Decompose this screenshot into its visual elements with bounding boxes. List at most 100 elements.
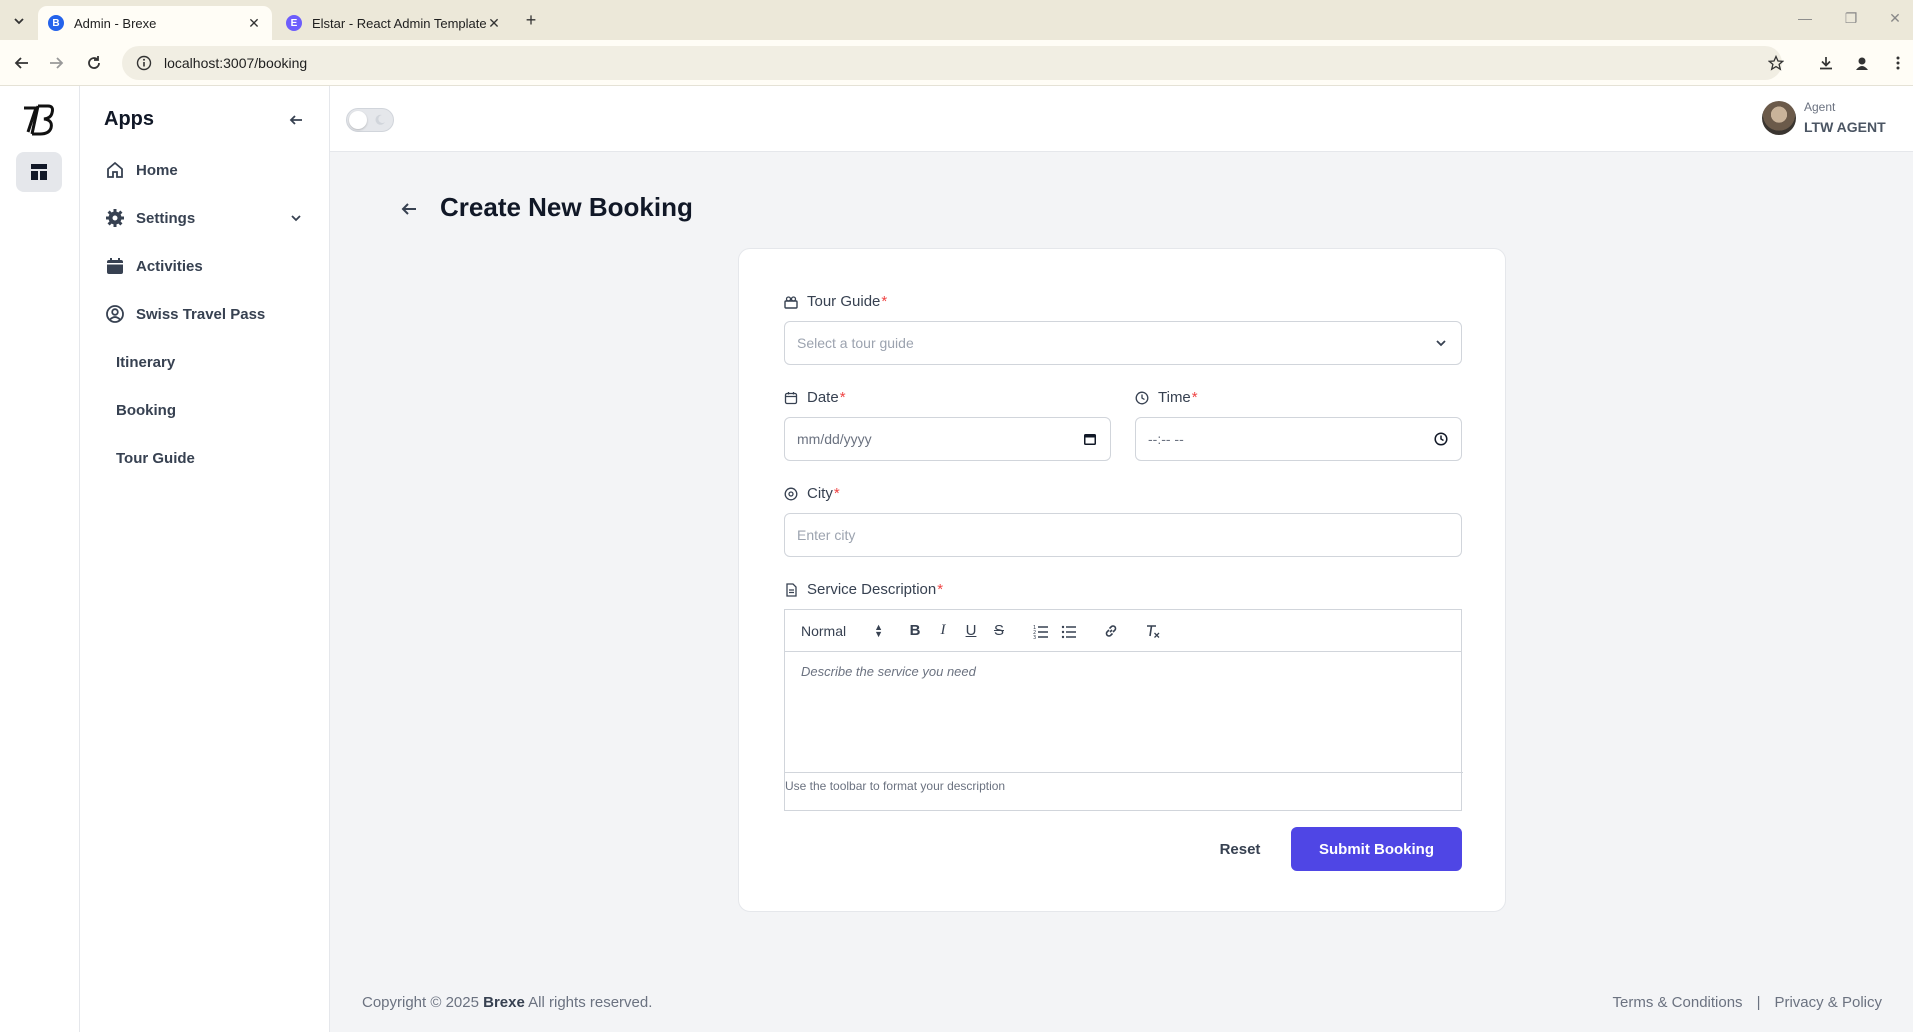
- sidebar-item-home[interactable]: Home: [104, 152, 304, 188]
- sidebar-item-booking[interactable]: Booking: [116, 392, 316, 428]
- editor-toolbar: Normal ▲ ▼ B I U S 123: [785, 610, 1461, 652]
- link-icon[interactable]: [1097, 617, 1125, 645]
- up-down-arrows-icon: ▲ ▼: [874, 621, 883, 639]
- terms-link[interactable]: Terms & Conditions: [1613, 994, 1743, 1011]
- underline-icon[interactable]: U: [957, 617, 985, 645]
- city-label: City *: [784, 485, 840, 502]
- sidebar-item-settings[interactable]: Settings: [104, 200, 304, 236]
- clear-format-icon[interactable]: [1139, 617, 1167, 645]
- reset-button[interactable]: Reset: [1195, 827, 1285, 871]
- download-icon[interactable]: [1814, 51, 1838, 75]
- description-placeholder: Describe the service you need: [801, 664, 976, 679]
- calendar-icon: [784, 391, 798, 405]
- footer-links: Terms & Conditions | Privacy & Policy: [1613, 994, 1883, 1011]
- minimize-icon[interactable]: —: [1793, 10, 1817, 26]
- sidebar-title: Apps: [104, 108, 154, 130]
- dark-mode-toggle[interactable]: [346, 108, 394, 132]
- apps-dashboard-icon[interactable]: [16, 152, 62, 192]
- user-role: Agent: [1804, 100, 1836, 114]
- calendar-picker-icon[interactable]: [1082, 431, 1098, 447]
- sidebar-item-label: Home: [136, 161, 178, 179]
- user-name[interactable]: LTW AGENT: [1804, 119, 1886, 135]
- forward-arrow-icon[interactable]: [44, 51, 68, 75]
- ordered-list-icon[interactable]: 123: [1027, 617, 1055, 645]
- url-field[interactable]: localhost:3007/booking: [122, 46, 1782, 80]
- description-editor-area[interactable]: Describe the service you need: [785, 652, 1461, 770]
- sidebar-item-label: Settings: [136, 209, 196, 227]
- browser-address-bar: localhost:3007/booking: [0, 40, 1913, 86]
- sidebar-item-label: Itinerary: [116, 353, 176, 371]
- chevron-down-icon: [288, 210, 304, 226]
- chevron-down-icon: [1433, 335, 1449, 351]
- time-placeholder: --:-- --: [1148, 431, 1184, 447]
- sidebar-item-tour-guide[interactable]: Tour Guide: [116, 440, 316, 476]
- required-asterisk: *: [833, 485, 840, 502]
- submit-booking-button[interactable]: Submit Booking: [1291, 827, 1462, 871]
- profile-icon[interactable]: [1850, 51, 1874, 75]
- bullet-list-icon[interactable]: [1055, 617, 1083, 645]
- italic-icon[interactable]: I: [929, 617, 957, 645]
- sidebar-item-swiss-travel-pass[interactable]: Swiss Travel Pass: [104, 296, 304, 332]
- editor-help-text: Use the toolbar to format your descripti…: [785, 772, 1463, 812]
- reload-icon[interactable]: [82, 51, 106, 75]
- required-asterisk: *: [839, 389, 846, 406]
- close-tab-icon[interactable]: ✕: [246, 15, 262, 32]
- new-tab-plus-icon[interactable]: +: [520, 9, 542, 31]
- calendar-icon: [104, 255, 126, 277]
- sidebar-item-label: Activities: [136, 257, 203, 275]
- rich-text-editor: Normal ▲ ▼ B I U S 123 Describe the serv…: [784, 609, 1463, 812]
- browser-tab-bar: B Admin - Brexe ✕ E Elstar - React Admin…: [0, 0, 1913, 40]
- tab-list-chevron-icon[interactable]: [8, 10, 30, 32]
- elstar-favicon-icon: E: [286, 15, 302, 31]
- tour-guide-icon: [784, 295, 798, 309]
- url-text: localhost:3007/booking: [164, 55, 308, 71]
- browser-tab-admin[interactable]: B Admin - Brexe ✕: [38, 6, 272, 40]
- required-asterisk: *: [1191, 389, 1198, 406]
- bookmark-star-icon[interactable]: [1764, 51, 1788, 75]
- page-title: Create New Booking: [440, 192, 693, 222]
- close-tab-icon[interactable]: ✕: [486, 15, 502, 32]
- clock-picker-icon[interactable]: [1433, 431, 1449, 447]
- strikethrough-icon[interactable]: S: [985, 617, 1013, 645]
- location-pin-icon: [784, 487, 798, 501]
- site-info-icon[interactable]: [136, 55, 152, 71]
- date-label: Date *: [784, 389, 846, 406]
- sidebar: Apps Home Settings Activities Swiss Trav…: [80, 86, 330, 1032]
- field-label-text: City: [807, 485, 833, 502]
- back-arrow-icon[interactable]: [396, 196, 422, 222]
- copyright-prefix: Copyright © 2025: [362, 994, 479, 1011]
- footer-separator: |: [1756, 994, 1761, 1011]
- svg-text:3: 3: [1033, 635, 1036, 639]
- brexe-logo-icon[interactable]: [20, 100, 60, 140]
- moon-icon: [375, 114, 385, 125]
- city-placeholder: Enter city: [797, 527, 856, 543]
- top-header: Agent LTW AGENT: [330, 86, 1913, 152]
- restore-icon[interactable]: ❐: [1839, 10, 1863, 27]
- footer-copyright: Copyright © 2025 Brexe All rights reserv…: [362, 994, 652, 1011]
- tab-title: Admin - Brexe: [74, 15, 157, 31]
- close-window-icon[interactable]: ✕: [1883, 10, 1907, 27]
- sidebar-item-itinerary[interactable]: Itinerary: [116, 344, 316, 380]
- sidebar-item-label: Swiss Travel Pass: [136, 305, 266, 323]
- kebab-menu-icon[interactable]: [1886, 51, 1910, 75]
- booking-form-card: Tour Guide * Select a tour guide Date * mm…: [738, 248, 1506, 912]
- field-label-text: Date: [807, 389, 839, 406]
- tour-guide-select[interactable]: Select a tour guide: [784, 321, 1462, 365]
- copyright-suffix: All rights reserved.: [528, 994, 653, 1011]
- avatar[interactable]: [1762, 101, 1796, 135]
- browser-tab-elstar[interactable]: E Elstar - React Admin Template ✕: [276, 6, 512, 40]
- field-label-text: Time: [1158, 389, 1191, 406]
- privacy-link[interactable]: Privacy & Policy: [1774, 994, 1882, 1011]
- format-select[interactable]: Normal ▲ ▼: [801, 621, 887, 639]
- collapse-arrow-icon[interactable]: [286, 110, 306, 130]
- tab-title: Elstar - React Admin Template: [312, 15, 486, 31]
- date-input[interactable]: mm/dd/yyyy: [784, 417, 1111, 461]
- field-label-text: Tour Guide: [807, 293, 881, 310]
- sidebar-item-activities[interactable]: Activities: [104, 248, 304, 284]
- back-arrow-icon[interactable]: [10, 51, 34, 75]
- bold-icon[interactable]: B: [901, 617, 929, 645]
- footer-brand: Brexe: [483, 994, 525, 1011]
- city-input[interactable]: Enter city: [784, 513, 1462, 557]
- app-rail: [0, 86, 80, 1032]
- time-input[interactable]: --:-- --: [1135, 417, 1462, 461]
